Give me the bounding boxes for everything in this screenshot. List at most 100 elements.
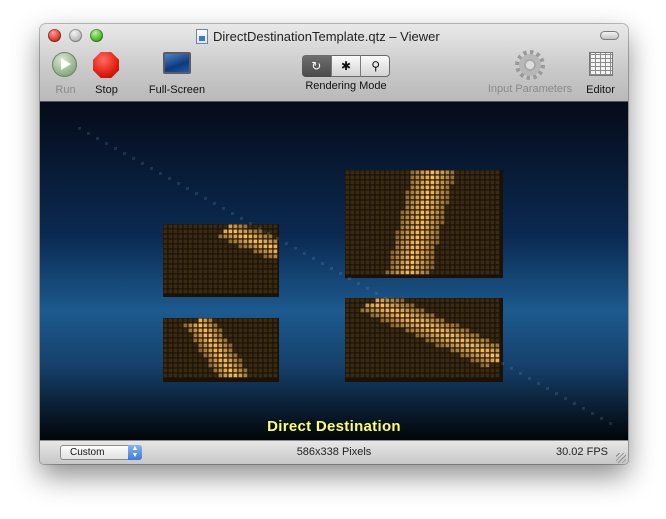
led-cell [183,348,188,353]
led-cell [490,195,495,200]
led-cell [243,338,248,343]
led-cell [425,348,430,353]
led-cell [380,338,385,343]
led-cell [168,289,173,294]
led-cell [193,249,198,254]
led-cell [263,239,268,244]
led-cell [198,333,203,338]
led-cell [203,289,208,294]
led-cell [405,220,410,225]
led-cell [345,255,350,260]
led-cell [465,220,470,225]
led-cell [273,353,278,358]
led-cell [238,259,243,264]
led-cell [475,230,480,235]
led-cell [415,343,420,348]
run-button[interactable]: Run [52,52,79,96]
led-cell [248,284,253,289]
led-cell [435,298,440,303]
fullscreen-button[interactable]: Full-Screen [149,52,205,96]
led-cell [273,244,278,249]
background-trail-dot [555,392,558,395]
led-cell [425,235,430,240]
led-cell [233,368,238,373]
led-cell [400,205,405,210]
status-bar: Custom ▲ ▼ 586x338 Pixels 30.02 FPS [40,440,628,464]
input-parameters-button[interactable]: Input Parameters [488,50,572,95]
led-cell [395,368,400,373]
led-cell [420,205,425,210]
magnifier-icon[interactable]: ⚲ [361,55,390,77]
led-cell [193,234,198,239]
led-cell [238,358,243,363]
led-cell [263,284,268,289]
led-cell [440,353,445,358]
led-cell [188,274,193,279]
led-cell [410,170,415,175]
led-cell [385,318,390,323]
led-cell [450,210,455,215]
bug-icon[interactable]: ✱ [332,55,362,77]
led-cell [258,264,263,269]
led-cell [203,328,208,333]
editor-button[interactable]: Editor [586,52,615,96]
led-cell [173,274,178,279]
led-cell [263,244,268,249]
led-cell [360,260,365,265]
led-cell [203,343,208,348]
led-cell [390,318,395,323]
led-cell [208,259,213,264]
led-cell [430,260,435,265]
led-cell [198,353,203,358]
led-cell [395,185,400,190]
led-cell [440,265,445,270]
composition-viewer[interactable]: Direct Destination [40,102,628,440]
background-trail-dot [438,327,441,330]
led-cell [390,250,395,255]
led-cell [495,368,500,373]
led-cell [465,195,470,200]
led-cell [465,215,470,220]
led-cell [355,260,360,265]
led-cell [173,264,178,269]
led-cell [390,190,395,195]
led-cell [268,254,273,259]
close-button[interactable] [48,29,61,42]
led-cell [183,343,188,348]
led-cell [440,313,445,318]
editor-icon [588,52,613,76]
minimize-button[interactable] [69,29,82,42]
toolbar-toggle-button[interactable] [600,31,619,40]
led-cell [173,249,178,254]
led-cell [178,363,183,368]
led-cell [440,215,445,220]
led-cell [425,343,430,348]
led-cell [400,368,405,373]
led-cell [470,190,475,195]
led-cell [178,279,183,284]
led-cell [380,175,385,180]
led-cell [258,259,263,264]
stop-button[interactable]: Stop [93,52,120,96]
led-cell [365,318,370,323]
led-cell [450,185,455,190]
led-cell [415,313,420,318]
led-cell [450,235,455,240]
led-cell [253,343,258,348]
reload-icon[interactable]: ↻ [302,55,332,77]
led-cell [380,328,385,333]
resize-grip-icon[interactable] [616,453,626,463]
led-cell [203,244,208,249]
led-cell [465,308,470,313]
led-cell [420,270,425,275]
led-cell [485,245,490,250]
led-cell [390,308,395,313]
led-cell [243,289,248,294]
led-cell [375,190,380,195]
led-cell [390,343,395,348]
led-cell [183,284,188,289]
zoom-button[interactable] [90,29,103,42]
led-cell [460,210,465,215]
led-cell [465,180,470,185]
led-cell [380,323,385,328]
